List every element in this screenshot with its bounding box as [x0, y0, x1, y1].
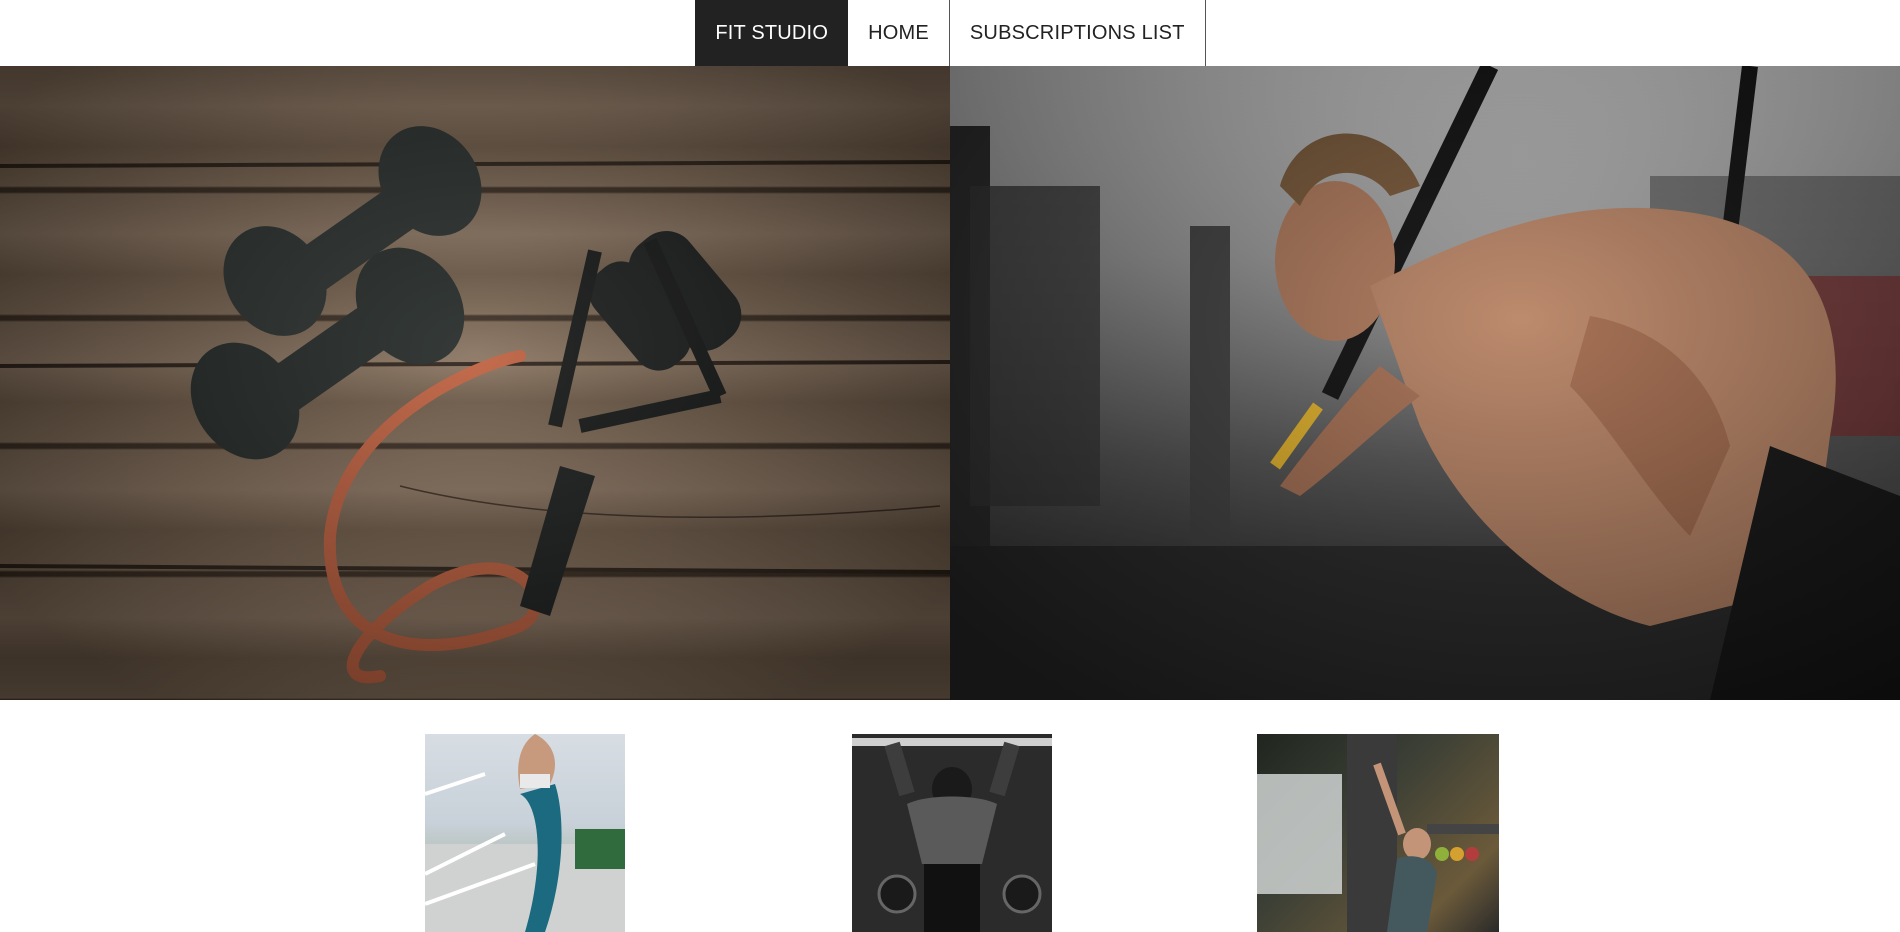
thumbnail-pullups[interactable] [852, 734, 1052, 932]
nav-bar: FIT STUDIO HOME SUBSCRIPTIONS LIST [695, 0, 1206, 66]
man-pullups-illustration [852, 734, 1052, 932]
nav-item-home[interactable]: HOME [848, 0, 950, 66]
woman-stretching-illustration [1257, 734, 1499, 932]
hero-section [0, 66, 1900, 700]
thumbnail-stretching[interactable] [1257, 734, 1499, 932]
suspension-training-illustration [950, 66, 1900, 700]
resistance-band [323, 350, 542, 684]
top-navigation: FIT STUDIO HOME SUBSCRIPTIONS LIST [0, 0, 1900, 66]
trx-handles [1270, 402, 1746, 539]
hero-image-training [950, 66, 1900, 700]
nav-item-subscriptions-list[interactable]: SUBSCRIPTIONS LIST [950, 0, 1206, 66]
hero-image-equipment [0, 66, 950, 700]
dumbbells-and-band-illustration [0, 126, 950, 684]
dumbbell-upper [223, 126, 482, 336]
thumbnail-gallery [0, 700, 1900, 932]
woman-running-illustration [425, 734, 625, 932]
band-handles [520, 230, 742, 616]
athlete-figure [1275, 133, 1900, 700]
trx-strap-left [1321, 66, 1499, 400]
thumbnail-running[interactable] [425, 734, 625, 932]
dumbbell-lower [190, 247, 465, 460]
nav-brand-fit-studio[interactable]: FIT STUDIO [695, 0, 849, 66]
trx-strap-right [1702, 66, 1758, 397]
